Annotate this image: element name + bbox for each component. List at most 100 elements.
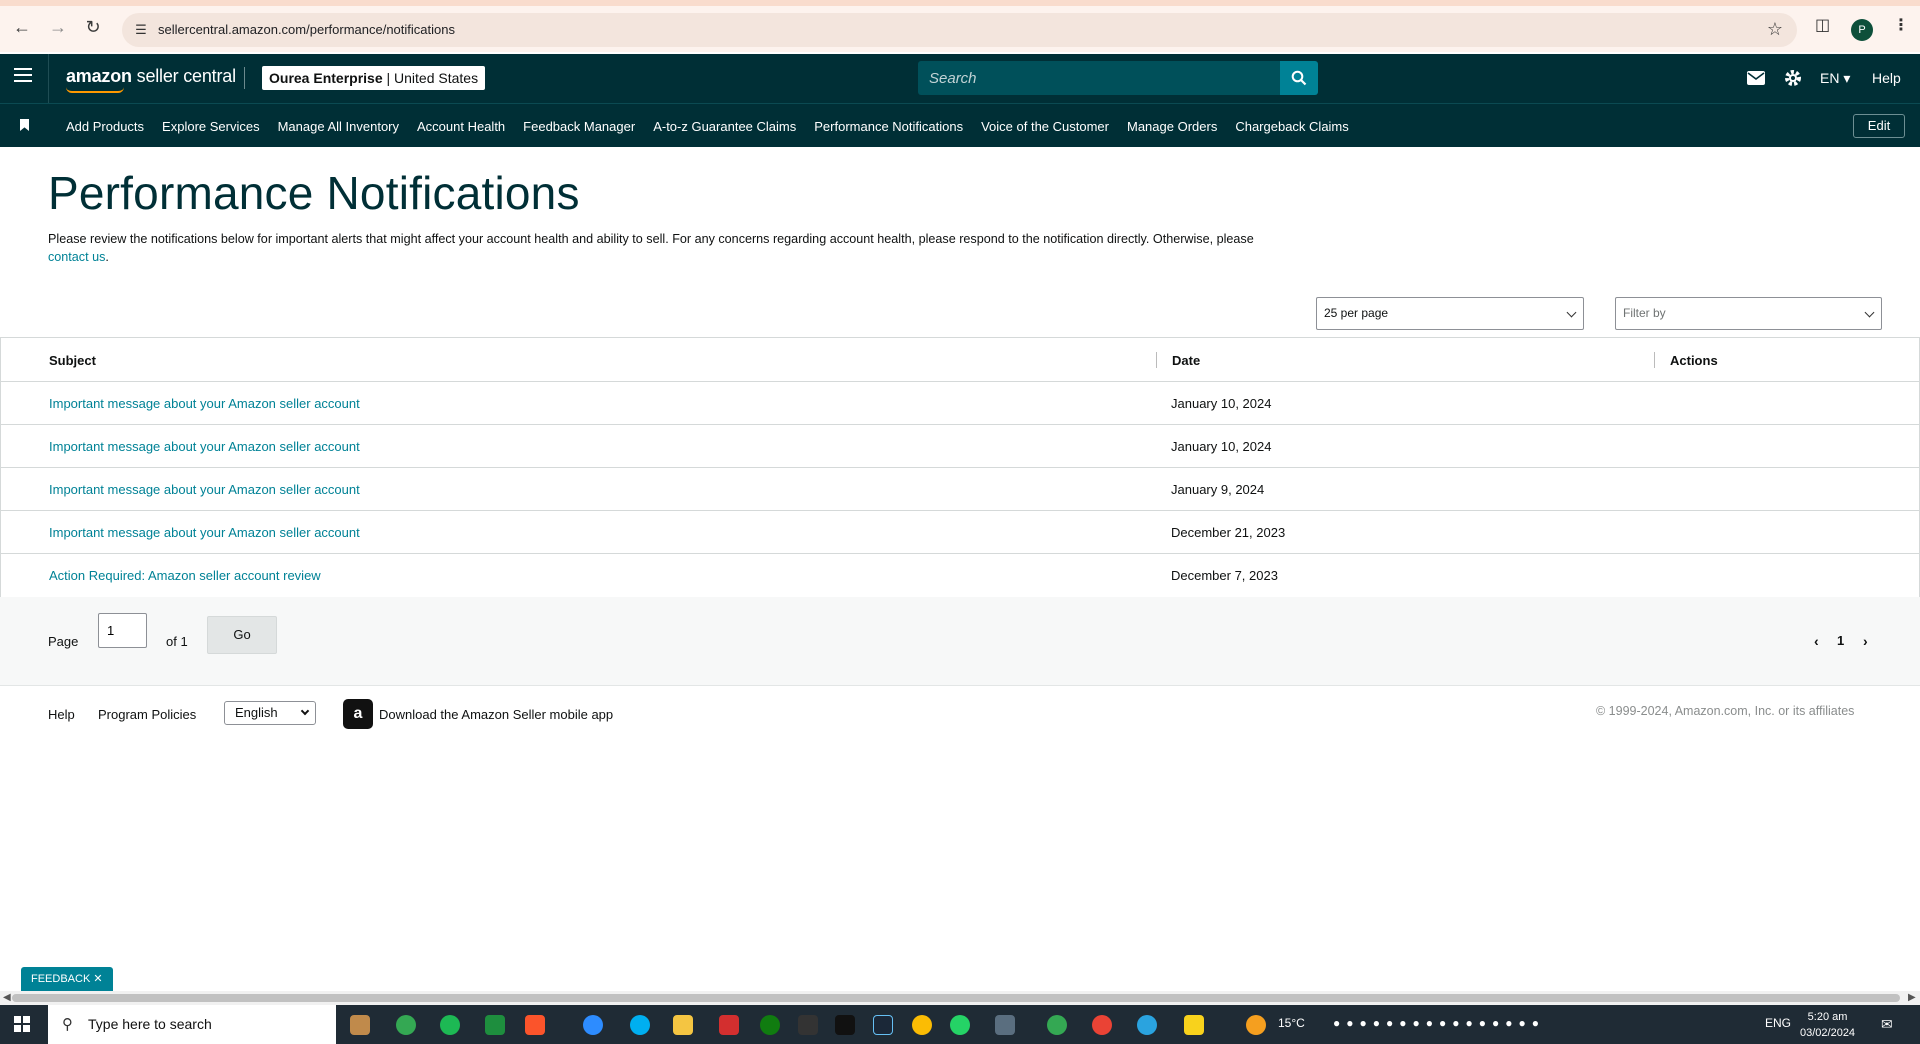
per-page-select[interactable]: 25 per page xyxy=(1316,297,1584,330)
scrollbar-thumb[interactable] xyxy=(12,994,1900,1002)
profile-avatar[interactable]: P xyxy=(1851,19,1873,41)
site-info-icon[interactable]: ☰ xyxy=(132,21,150,39)
spotify-icon[interactable] xyxy=(440,1015,460,1035)
current-page-number[interactable]: 1 xyxy=(1837,633,1844,648)
program-policies-link[interactable]: Program Policies xyxy=(98,707,196,722)
notifications-icon[interactable]: ✉ xyxy=(1881,1016,1893,1033)
search-input[interactable] xyxy=(918,61,1280,95)
skype-icon[interactable] xyxy=(630,1015,650,1035)
gear-icon[interactable] xyxy=(1784,69,1802,87)
nav-performance-notifications[interactable]: Performance Notifications xyxy=(814,119,963,134)
notification-subject-link[interactable]: Important message about your Amazon sell… xyxy=(49,482,360,497)
reload-icon[interactable]: ↻ xyxy=(82,16,104,38)
column-divider[interactable] xyxy=(1654,352,1655,368)
nav-manage-orders[interactable]: Manage Orders xyxy=(1127,119,1217,134)
nav-a-to-z-claims[interactable]: A-to-z Guarantee Claims xyxy=(653,119,796,134)
logo-rest: seller central xyxy=(136,66,236,86)
nav-chargeback-claims[interactable]: Chargeback Claims xyxy=(1235,119,1348,134)
task-view-icon[interactable] xyxy=(350,1015,370,1035)
intro-end: . xyxy=(105,250,109,264)
header-divider xyxy=(48,54,49,103)
side-panel-icon[interactable]: ◫ xyxy=(1815,15,1830,35)
chrome-alt-icon[interactable] xyxy=(912,1015,932,1035)
mail-icon[interactable] xyxy=(1747,71,1765,85)
chevron-down-icon xyxy=(1864,307,1875,318)
hamburger-menu-icon[interactable] xyxy=(14,68,32,82)
scroll-left-icon[interactable]: ◀ xyxy=(3,992,11,1003)
chrome-profile2-icon[interactable] xyxy=(1092,1015,1112,1035)
column-divider[interactable] xyxy=(1156,352,1157,368)
telegram-icon[interactable] xyxy=(1137,1015,1157,1035)
address-bar[interactable]: ☰ sellercentral.amazon.com/performance/n… xyxy=(122,13,1797,47)
weather-temp[interactable]: 15°C xyxy=(1278,1016,1305,1030)
clock-time: 5:20 am xyxy=(1807,1011,1848,1023)
page-number-input[interactable] xyxy=(98,613,147,648)
steam-icon[interactable] xyxy=(873,1015,893,1035)
subject-header[interactable]: Subject xyxy=(49,353,96,368)
bookmark-star-icon[interactable]: ☆ xyxy=(1767,19,1783,40)
seller-app-icon[interactable]: a xyxy=(343,699,373,729)
page-total-label: of 1 xyxy=(166,634,188,649)
nav-voice-of-customer[interactable]: Voice of the Customer xyxy=(981,119,1109,134)
chrome-profile-icon[interactable] xyxy=(1047,1015,1067,1035)
nav-links: Add Products Explore Services Manage All… xyxy=(66,104,1367,148)
table-header: Subject Date Actions xyxy=(0,338,1920,382)
nav-account-health[interactable]: Account Health xyxy=(417,119,505,134)
logo-swoosh xyxy=(66,87,124,93)
nav-explore-services[interactable]: Explore Services xyxy=(162,119,260,134)
adobe-icon[interactable] xyxy=(719,1015,739,1035)
messages-icon[interactable] xyxy=(485,1015,505,1035)
nav-feedback-manager[interactable]: Feedback Manager xyxy=(523,119,635,134)
next-page-icon[interactable]: › xyxy=(1863,633,1868,649)
chrome-icon[interactable] xyxy=(396,1015,416,1035)
search-button[interactable] xyxy=(1280,61,1318,95)
horizontal-scrollbar[interactable]: ◀ ▶ xyxy=(0,991,1920,1005)
xbox-icon[interactable] xyxy=(760,1015,780,1035)
feedback-button[interactable]: FEEDBACK ✕ xyxy=(21,967,113,991)
previous-page-icon[interactable]: ‹ xyxy=(1814,633,1819,649)
input-language[interactable]: ENG xyxy=(1765,1016,1791,1030)
taskbar-search[interactable]: ⚲ Type here to search xyxy=(48,1005,336,1044)
seller-central-logo[interactable]: amazon seller central xyxy=(66,66,236,93)
notification-subject-link[interactable]: Important message about your Amazon sell… xyxy=(49,525,360,540)
table-row: Important message about your Amazon sell… xyxy=(0,468,1920,511)
windows-start-icon[interactable] xyxy=(14,1016,30,1032)
whatsapp-icon[interactable] xyxy=(950,1015,970,1035)
tiktok-icon[interactable] xyxy=(835,1015,855,1035)
nav-add-products[interactable]: Add Products xyxy=(66,119,144,134)
weather-icon[interactable] xyxy=(1246,1015,1266,1035)
brave-icon[interactable] xyxy=(525,1015,545,1035)
notification-subject-link[interactable]: Important message about your Amazon sell… xyxy=(49,396,360,411)
notification-subject-link[interactable]: Action Required: Amazon seller account r… xyxy=(49,568,321,583)
calculator-icon[interactable] xyxy=(995,1015,1015,1035)
nav-manage-inventory[interactable]: Manage All Inventory xyxy=(278,119,399,134)
sticky-notes-icon[interactable] xyxy=(1184,1015,1204,1035)
taskbar-clock[interactable]: 5:20 am 03/02/2024 xyxy=(1800,1009,1855,1041)
date-header[interactable]: Date xyxy=(1172,353,1200,368)
zoom-icon[interactable] xyxy=(583,1015,603,1035)
search-icon xyxy=(1291,70,1307,86)
logo-word: amazon xyxy=(66,66,132,86)
notification-subject-link[interactable]: Important message about your Amazon sell… xyxy=(49,439,360,454)
bookmark-icon[interactable] xyxy=(20,119,29,131)
back-icon[interactable]: ← xyxy=(11,16,33,38)
forward-icon[interactable]: → xyxy=(47,16,69,38)
scroll-right-icon[interactable]: ▶ xyxy=(1908,992,1916,1003)
per-page-value: 25 per page xyxy=(1324,306,1389,320)
system-tray-icons[interactable]: ●●●●●●●●●●●●●●●● xyxy=(1333,1016,1545,1030)
edit-nav-button[interactable]: Edit xyxy=(1853,114,1905,138)
contact-us-link[interactable]: contact us xyxy=(48,250,105,264)
footer-language-select[interactable]: English xyxy=(224,701,316,725)
url-text[interactable]: sellercentral.amazon.com/performance/not… xyxy=(158,22,455,37)
filter-select[interactable]: Filter by xyxy=(1615,297,1882,330)
merchant-switcher[interactable]: Ourea Enterprise | United States xyxy=(262,66,486,90)
go-button[interactable]: Go xyxy=(207,616,277,654)
footer-help-link[interactable]: Help xyxy=(48,707,75,722)
browser-menu-icon[interactable]: ⋮ xyxy=(1893,15,1909,35)
search-field[interactable] xyxy=(918,61,1280,95)
language-selector[interactable]: EN ▾ xyxy=(1820,70,1850,87)
help-link[interactable]: Help xyxy=(1872,70,1901,86)
file-explorer-icon[interactable] xyxy=(673,1015,693,1035)
download-app-link[interactable]: Download the Amazon Seller mobile app xyxy=(379,707,613,722)
epic-games-icon[interactable] xyxy=(798,1015,818,1035)
